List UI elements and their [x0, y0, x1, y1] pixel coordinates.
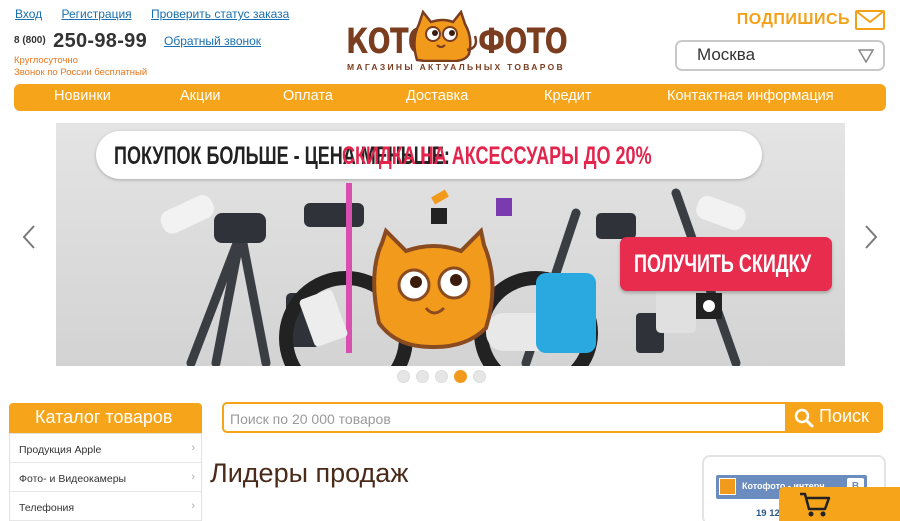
subscribe-button[interactable]: ПОДПИШИСЬ	[737, 10, 885, 30]
order-status-link[interactable]: Проверить статус заказа	[151, 7, 289, 21]
slider-dot[interactable]	[435, 370, 448, 383]
nav-item-credit[interactable]: Кредит	[544, 88, 591, 104]
cart-button[interactable]	[779, 487, 900, 521]
phone-block: 8 (800) 250-98-99	[14, 30, 147, 53]
chevron-right-icon: ›	[191, 442, 195, 454]
nav-item-payment[interactable]: Оплата	[283, 88, 333, 104]
vk-member-count: 19 12	[756, 508, 780, 519]
catalog-item-apple[interactable]: Продукция Apple ›	[10, 434, 201, 463]
phone-prefix: 8 (800)	[14, 35, 46, 46]
get-discount-label: ПОЛУЧИТЬ СКИДКУ	[634, 250, 812, 278]
logo-tagline: МАГАЗИНЫ АКТУАЛЬНЫХ ТОВАРОВ	[347, 62, 565, 72]
chevron-right-icon: ›	[191, 471, 195, 483]
catalog-item-phones[interactable]: Телефония ›	[10, 492, 201, 521]
cat-logo-icon	[413, 10, 478, 62]
catalog-item-label: Фото- и Видеокамеры	[19, 473, 127, 485]
top-links: Вход Регистрация Проверить статус заказа	[15, 7, 305, 21]
envelope-icon	[855, 10, 885, 30]
logo-word-right: ФОТО	[478, 22, 568, 62]
section-title: Лидеры продаж	[210, 458, 409, 488]
slider-dot[interactable]	[473, 370, 486, 383]
chevron-right-icon[interactable]	[864, 224, 878, 250]
register-link[interactable]: Регистрация	[62, 7, 132, 21]
nav-item-contacts[interactable]: Контактная информация	[667, 88, 834, 104]
site-logo[interactable]: КОТО ФОТО МАГАЗИНЫ АКТУАЛЬНЫХ ТОВАРОВ	[343, 10, 568, 76]
search-box: Поиск	[222, 402, 883, 433]
city-value: Москва	[697, 45, 756, 64]
chevron-right-icon: ›	[191, 500, 195, 512]
catalog-header[interactable]: Каталог товаров	[9, 403, 202, 433]
search-input[interactable]	[230, 409, 780, 429]
callback-link[interactable]: Обратный звонок	[164, 34, 261, 48]
search-button-label: Поиск	[819, 406, 869, 426]
phone-number: 250-98-99	[53, 30, 148, 52]
cart-icon	[800, 492, 831, 517]
promo-banner[interactable]: ПОКУПОК БОЛЬШЕ - ЦЕНА МЕНЬШЕ: СКИДКА НА …	[56, 123, 845, 366]
catalog-item-label: Продукция Apple	[19, 444, 102, 456]
catalog-item-cameras[interactable]: Фото- и Видеокамеры ›	[10, 463, 201, 492]
catalog-item-label: Телефония	[19, 502, 75, 514]
main-nav: Новинки Акции Оплата Доставка Кредит Кон…	[14, 84, 886, 111]
catalog-list: Продукция Apple › Фото- и Видеокамеры › …	[9, 433, 202, 521]
slider-dots	[397, 370, 492, 383]
nav-item-new[interactable]: Новинки	[54, 88, 111, 104]
get-discount-button[interactable]: ПОЛУЧИТЬ СКИДКУ	[620, 237, 832, 291]
slider-dot[interactable]	[397, 370, 410, 383]
slider-dot-active[interactable]	[454, 370, 467, 383]
nav-item-promos[interactable]: Акции	[180, 88, 221, 104]
banner-headline: ПОКУПОК БОЛЬШЕ - ЦЕНА МЕНЬШЕ: СКИДКА НА …	[96, 131, 762, 179]
slider-dot[interactable]	[416, 370, 429, 383]
subscribe-label: ПОДПИШИСЬ	[736, 11, 850, 28]
banner-headline-discount: СКИДКА НА АКСЕССУАРЫ ДО 20%	[342, 142, 652, 170]
nav-item-delivery[interactable]: Доставка	[406, 88, 468, 104]
vk-group-avatar	[719, 478, 736, 495]
search-icon	[794, 408, 814, 428]
phone-note-free: Звонок по России бесплатный	[14, 67, 148, 78]
login-link[interactable]: Вход	[15, 7, 42, 21]
phone-note-hours: Круглосуточно	[14, 55, 78, 66]
phone-note: Круглосуточно Звонок по России бесплатны…	[14, 55, 147, 79]
chevron-down-icon	[858, 49, 874, 63]
chevron-left-icon[interactable]	[22, 224, 36, 250]
search-button[interactable]: Поиск	[785, 402, 883, 433]
banner-cat	[372, 226, 495, 350]
city-select[interactable]: Москва	[675, 40, 885, 71]
